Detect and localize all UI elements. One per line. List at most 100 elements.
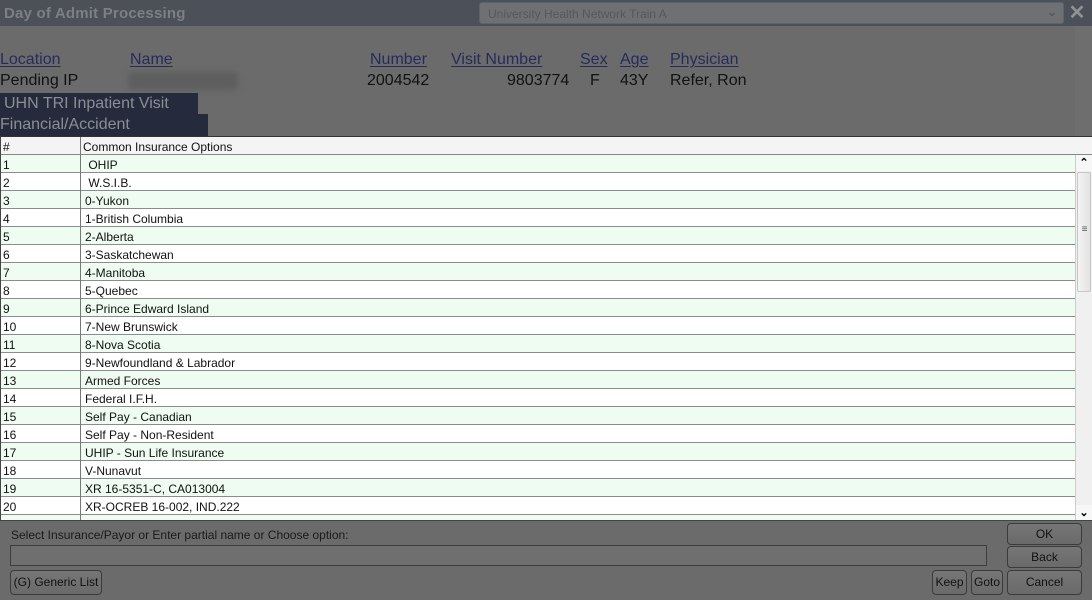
table-header: # Common Insurance Options xyxy=(1,137,1092,155)
column-divider xyxy=(80,443,81,461)
table-row[interactable]: 13 Armed Forces xyxy=(1,371,1075,389)
environment-value: University Health Network Train A xyxy=(488,7,667,21)
column-divider xyxy=(80,497,81,515)
scroll-down-icon[interactable]: ⌄ xyxy=(1076,505,1092,521)
row-number: 3 xyxy=(3,194,10,208)
column-divider xyxy=(80,335,81,353)
table-row[interactable]: 3 0-Yukon xyxy=(1,191,1075,209)
column-divider xyxy=(80,191,81,209)
environment-select[interactable]: University Health Network Train A ⌄ xyxy=(479,2,1064,24)
generic-list-button[interactable]: (G) Generic List xyxy=(10,570,102,595)
table-row[interactable]: 12 9-Newfoundland & Labrador xyxy=(1,353,1075,371)
column-divider[interactable] xyxy=(80,137,81,155)
insurance-option: 2-Alberta xyxy=(85,230,134,244)
column-divider xyxy=(80,353,81,371)
column-divider xyxy=(80,227,81,245)
cancel-button[interactable]: Cancel xyxy=(1007,570,1082,595)
column-divider xyxy=(80,371,81,389)
sex-value: F xyxy=(590,72,600,89)
insurance-option: OHIP xyxy=(85,158,118,172)
insurance-option: 6-Prince Edward Island xyxy=(85,302,210,316)
sex-header[interactable]: Sex xyxy=(580,51,608,69)
row-number: 11 xyxy=(3,338,16,352)
insurance-option: 8-Nova Scotia xyxy=(85,338,161,352)
row-number: 2 xyxy=(3,176,10,190)
row-number: 19 xyxy=(3,482,17,496)
insurance-option: 0-Yukon xyxy=(85,194,130,208)
insurance-option: XR 16-5351-C, CA013004 xyxy=(85,482,226,496)
insurance-option: 1-British Columbia xyxy=(85,212,184,226)
insurance-entry-input[interactable] xyxy=(10,545,987,566)
physician-header[interactable]: Physician xyxy=(670,51,738,69)
age-value: 43Y xyxy=(620,72,649,89)
insurance-option: 4-Manitoba xyxy=(85,266,146,280)
table-row[interactable]: 16 Self Pay - Non-Resident xyxy=(1,425,1075,443)
location-header[interactable]: Location xyxy=(0,51,61,69)
row-number: 15 xyxy=(3,410,17,424)
number-header[interactable]: Number xyxy=(370,51,427,69)
table-row[interactable]: 14 Federal I.F.H. xyxy=(1,389,1075,407)
column-divider xyxy=(80,263,81,281)
row-number: 18 xyxy=(3,464,17,478)
table-row[interactable]: 4 1-British Columbia xyxy=(1,209,1075,227)
table-row[interactable]: 11 8-Nova Scotia xyxy=(1,335,1075,353)
insurance-option: Armed Forces xyxy=(85,374,161,388)
insurance-option: XR-OCREB 16-002, IND.222 xyxy=(85,500,240,514)
row-number: 8 xyxy=(3,284,10,298)
table-row[interactable]: 1 OHIP xyxy=(1,155,1075,173)
table-row[interactable]: 9 6-Prince Edward Island xyxy=(1,299,1075,317)
row-number: 9 xyxy=(3,302,10,316)
table-row[interactable]: 7 4-Manitoba xyxy=(1,263,1075,281)
column-divider xyxy=(80,245,81,263)
column-divider xyxy=(80,155,81,173)
table-row[interactable]: 20 XR-OCREB 16-002, IND.222 xyxy=(1,497,1075,515)
ok-button[interactable]: OK xyxy=(1007,523,1082,545)
column-divider xyxy=(80,173,81,191)
column-divider xyxy=(80,479,81,497)
row-number: 4 xyxy=(3,212,10,226)
column-divider xyxy=(80,425,81,443)
close-icon[interactable]: ✕ xyxy=(1067,2,1087,24)
row-number: 7 xyxy=(3,266,10,280)
keep-button[interactable]: Keep xyxy=(932,570,967,595)
table-row[interactable]: 8 5-Quebec xyxy=(1,281,1075,299)
row-number: 1 xyxy=(3,158,10,172)
age-header[interactable]: Age xyxy=(620,51,648,69)
column-divider xyxy=(80,281,81,299)
table-row[interactable]: 10 7-New Brunswick xyxy=(1,317,1075,335)
column-header-number[interactable]: # xyxy=(3,140,10,154)
insurance-option: W.S.I.B. xyxy=(85,176,132,190)
column-divider xyxy=(80,407,81,425)
visit-number-header[interactable]: Visit Number xyxy=(451,51,542,69)
insurance-option: 3-Saskatchewan xyxy=(85,248,174,262)
patient-name-redacted xyxy=(128,72,238,90)
row-number: 13 xyxy=(3,374,17,388)
chevron-down-icon: ⌄ xyxy=(1046,5,1057,19)
table-row[interactable]: 17 UHIP - Sun Life Insurance xyxy=(1,443,1075,461)
scroll-up-icon[interactable]: ⌃ xyxy=(1076,155,1092,171)
column-header-options[interactable]: Common Insurance Options xyxy=(83,140,232,154)
row-number: 5 xyxy=(3,230,10,244)
row-number: 20 xyxy=(3,500,17,514)
goto-button[interactable]: Goto xyxy=(971,570,1003,595)
vertical-scrollbar[interactable]: ⌃ ≡ ⌄ xyxy=(1075,155,1092,521)
row-number: 14 xyxy=(3,392,17,406)
column-divider xyxy=(80,299,81,317)
column-divider xyxy=(80,317,81,335)
insurance-options-table: # Common Insurance Options 1 OHIP 2 W.S.I… xyxy=(0,136,1092,521)
table-row[interactable]: 6 3-Saskatchewan xyxy=(1,245,1075,263)
insurance-option: Self Pay - Canadian xyxy=(85,410,192,424)
scrollbar-thumb[interactable]: ≡ xyxy=(1077,172,1091,292)
table-row[interactable]: 18 V-Nunavut xyxy=(1,461,1075,479)
row-number: 10 xyxy=(3,320,17,334)
title-bar: Day of Admit Processing University Healt… xyxy=(0,0,1092,26)
table-row[interactable]: 19 XR 16-5351-C, CA013004 xyxy=(1,479,1075,497)
table-row[interactable]: 15 Self Pay - Canadian xyxy=(1,407,1075,425)
back-button[interactable]: Back xyxy=(1007,546,1082,568)
row-number: 12 xyxy=(3,356,17,370)
table-row[interactable]: 5 2-Alberta xyxy=(1,227,1075,245)
table-row[interactable]: 2 W.S.I.B. xyxy=(1,173,1075,191)
name-header[interactable]: Name xyxy=(130,51,173,69)
row-number: 17 xyxy=(3,446,17,460)
number-value: 2004542 xyxy=(367,72,430,89)
